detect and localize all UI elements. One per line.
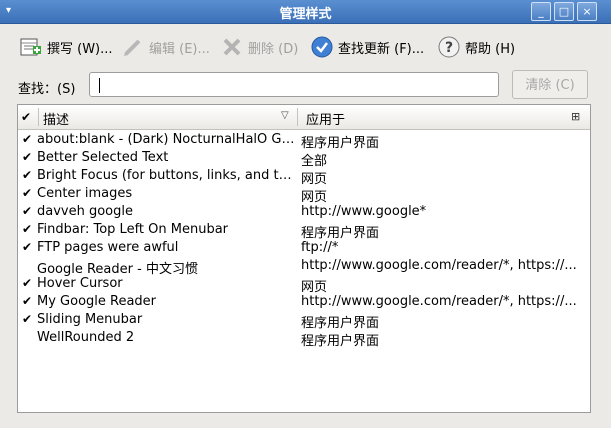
check-updates-label: 查找更新 (F)... <box>338 41 425 57</box>
style-description: Better Selected Text <box>37 150 169 165</box>
delete-icon <box>223 38 241 56</box>
style-description: davveh google <box>37 204 133 219</box>
check-update-icon <box>311 36 333 58</box>
table-row[interactable]: ✔ Center images 网页 <box>18 185 590 205</box>
style-description: Center images <box>37 186 133 201</box>
style-description: Sliding Menubar <box>37 312 143 327</box>
enabled-checkbox[interactable]: ✔ <box>22 240 32 254</box>
table-row[interactable]: ✔ Hover Cursor 网页 <box>18 275 590 295</box>
minimize-button[interactable]: _ <box>531 2 551 21</box>
table-row[interactable]: ✔ davveh google http://www.google* <box>18 203 590 221</box>
style-description: Findbar: Top Left On Menubar <box>37 222 229 237</box>
text-caret <box>99 78 100 93</box>
pencil-icon <box>124 39 141 56</box>
edit-label: 编辑 (E)... <box>149 41 210 57</box>
column-separator[interactable] <box>297 108 298 126</box>
table-row[interactable]: ✔ Sliding Menubar 程序用户界面 <box>18 311 590 331</box>
style-description: WellRounded 2 <box>37 330 135 345</box>
style-description: Hover Cursor <box>37 276 123 291</box>
write-style-icon <box>20 38 41 56</box>
style-applies-to: http://www.google.com/reader/*, https://… <box>301 294 577 309</box>
table-row[interactable]: ✔ My Google Reader http://www.google.com/r… <box>18 293 590 311</box>
style-applies-to: http://www.google* <box>301 204 427 219</box>
enabled-checkbox[interactable]: ✔ <box>22 276 32 290</box>
table-row[interactable]: WellRounded 2 程序用户界面 <box>18 329 590 349</box>
delete-label: 删除 (D) <box>248 41 299 57</box>
maximize-button[interactable]: □ <box>554 2 574 21</box>
table-row[interactable]: ✔ Findbar: Top Left On Menubar 程序用户界面 <box>18 221 590 241</box>
sort-arrow-icon: ▽ <box>281 110 289 121</box>
help-icon: ? <box>438 36 460 58</box>
enabled-checkbox[interactable]: ✔ <box>22 132 32 146</box>
toolbar: 撰写 (W)... 编辑 (E)... 删除 (D) 查找更新 (F)... ?… <box>0 24 611 72</box>
style-applies-to: http://www.google.com/reader/*, https://… <box>301 258 577 273</box>
check-updates-button[interactable]: 查找更新 (F)... <box>311 36 424 58</box>
clear-button[interactable]: 清除 (C) <box>512 70 588 99</box>
edit-button[interactable]: 编辑 (E)... <box>122 36 210 58</box>
description-column-header[interactable]: 描述 <box>43 109 69 128</box>
enabled-checkbox[interactable]: ✔ <box>22 312 32 326</box>
table-row[interactable]: ✔ Better Selected Text 全部 <box>18 149 590 169</box>
write-button[interactable]: 撰写 (W)... <box>20 36 113 58</box>
delete-button[interactable]: 删除 (D) <box>221 36 298 58</box>
style-applies-to: ftp://* <box>301 240 339 255</box>
help-label: 帮助 (H) <box>465 41 516 57</box>
enabled-column-header[interactable]: ✔ <box>21 110 31 124</box>
style-description: Bright Focus (for buttons, links, and te… <box>37 168 295 183</box>
style-description: about:blank - (Dark) NocturnalHalO Gr... <box>37 132 295 147</box>
help-button[interactable]: ? 帮助 (H) <box>438 36 515 58</box>
enabled-checkbox[interactable]: ✔ <box>22 294 32 308</box>
styles-table: ✔ 描述 ▽ 应用于 ⊞ ✔ about:blank - (Dark) Noctu… <box>17 104 591 413</box>
table-row[interactable]: ✔ Bright Focus (for buttons, links, and t… <box>18 167 590 187</box>
search-label: 查找：(S) <box>18 82 76 97</box>
table-header: ✔ 描述 ▽ 应用于 ⊞ <box>18 105 590 130</box>
column-separator <box>38 108 39 126</box>
style-description: FTP pages were awful <box>37 240 179 255</box>
close-button[interactable]: × <box>577 2 597 21</box>
search-row: 查找：(S) 清除 (C) <box>0 70 611 102</box>
window-title: 管理样式 <box>279 7 332 22</box>
table-row[interactable]: Google Reader - 中文习惯 http://www.google.co… <box>18 257 590 277</box>
enabled-checkbox[interactable]: ✔ <box>22 222 32 236</box>
column-picker-icon[interactable]: ⊞ <box>571 110 580 123</box>
enabled-checkbox[interactable]: ✔ <box>22 186 32 200</box>
enabled-checkbox[interactable]: ✔ <box>22 150 32 164</box>
search-input[interactable] <box>89 72 499 97</box>
style-applies-to: 程序用户界面 <box>301 334 380 349</box>
enabled-checkbox[interactable]: ✔ <box>22 204 32 218</box>
write-label: 撰写 (W)... <box>47 41 113 57</box>
enabled-checkbox[interactable]: ✔ <box>22 168 32 182</box>
title-bar: ▾ 管理样式 _ □ × <box>0 0 611 24</box>
applies-to-column-header[interactable]: 应用于 <box>306 109 345 128</box>
table-row[interactable]: ✔ FTP pages were awful ftp://* <box>18 239 590 257</box>
style-description: My Google Reader <box>37 294 157 309</box>
table-row[interactable]: ✔ about:blank - (Dark) NocturnalHalO Gr..… <box>18 131 590 151</box>
svg-text:?: ? <box>445 40 453 56</box>
